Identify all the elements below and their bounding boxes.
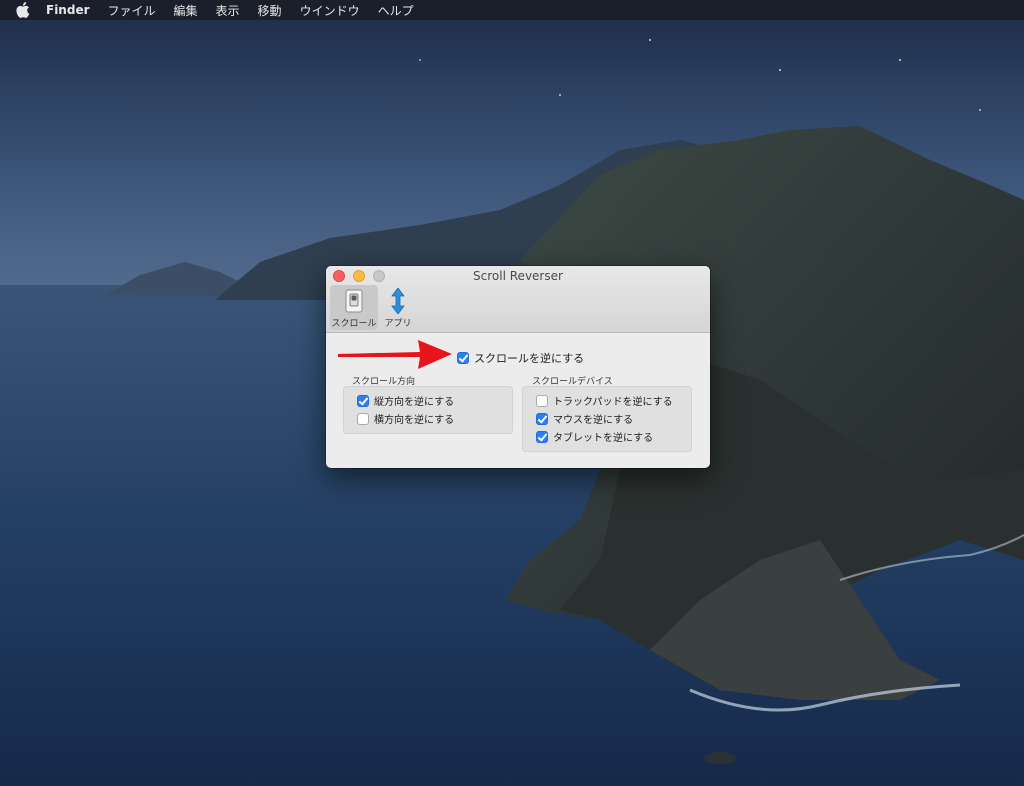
reverse-trackpad-checkbox-box[interactable]: [536, 394, 548, 407]
reverse-vertical-checkbox[interactable]: 縦方向を逆にする: [357, 393, 454, 408]
window-content: スクロールを逆にする スクロール方向 縦方向を逆にする 横方向を逆にする スクロ…: [326, 333, 710, 468]
scroll-reverser-window: Scroll Reverser スクロール アプリ スクロールを逆にする スクロ…: [326, 266, 710, 468]
reverse-tablet-checkbox[interactable]: タブレットを逆にする: [536, 429, 653, 444]
reverse-vertical-label: 縦方向を逆にする: [374, 397, 455, 408]
menu-app-name[interactable]: Finder: [46, 3, 90, 17]
reverse-scrolling-label: スクロールを逆にする: [474, 352, 585, 365]
preferences-toolbar: スクロール アプリ: [330, 285, 418, 330]
reverse-scrolling-checkbox-box[interactable]: [457, 352, 469, 364]
menu-window[interactable]: ウインドウ: [300, 2, 360, 19]
switch-icon: [341, 288, 367, 314]
tab-scroll[interactable]: スクロール: [330, 285, 378, 330]
reverse-mouse-label: マウスを逆にする: [553, 415, 634, 426]
reverse-vertical-checkbox-box[interactable]: [357, 394, 369, 407]
reverse-tablet-checkbox-box[interactable]: [536, 430, 548, 443]
reverse-horizontal-checkbox[interactable]: 横方向を逆にする: [357, 411, 454, 426]
reverse-tablet-label: タブレットを逆にする: [553, 433, 654, 444]
reverse-mouse-checkbox-box[interactable]: [536, 412, 548, 425]
menu-view[interactable]: 表示: [216, 2, 240, 19]
reverse-horizontal-checkbox-box[interactable]: [357, 412, 369, 425]
menu-edit[interactable]: 編集: [174, 2, 198, 19]
window-title: Scroll Reverser: [473, 269, 563, 283]
reverse-mouse-checkbox[interactable]: マウスを逆にする: [536, 411, 633, 426]
reverse-trackpad-checkbox[interactable]: トラックパッドを逆にする: [536, 393, 673, 408]
updown-arrows-icon: [385, 288, 411, 314]
tab-scroll-label: スクロール: [331, 319, 377, 329]
reverse-trackpad-label: トラックパッドを逆にする: [553, 397, 673, 408]
menu-help[interactable]: ヘルプ: [378, 2, 414, 19]
menu-bar: Finder ファイル 編集 表示 移動 ウインドウ ヘルプ: [0, 0, 1024, 20]
menu-file[interactable]: ファイル: [108, 2, 156, 19]
tab-apps-label: アプリ: [384, 319, 412, 329]
reverse-scrolling-checkbox[interactable]: スクロールを逆にする: [457, 350, 584, 366]
window-titlebar: Scroll Reverser スクロール アプリ: [326, 266, 710, 333]
apple-menu-icon[interactable]: [14, 0, 32, 20]
menu-go[interactable]: 移動: [258, 2, 282, 19]
tab-apps[interactable]: アプリ: [378, 285, 418, 330]
reverse-horizontal-label: 横方向を逆にする: [374, 415, 455, 426]
